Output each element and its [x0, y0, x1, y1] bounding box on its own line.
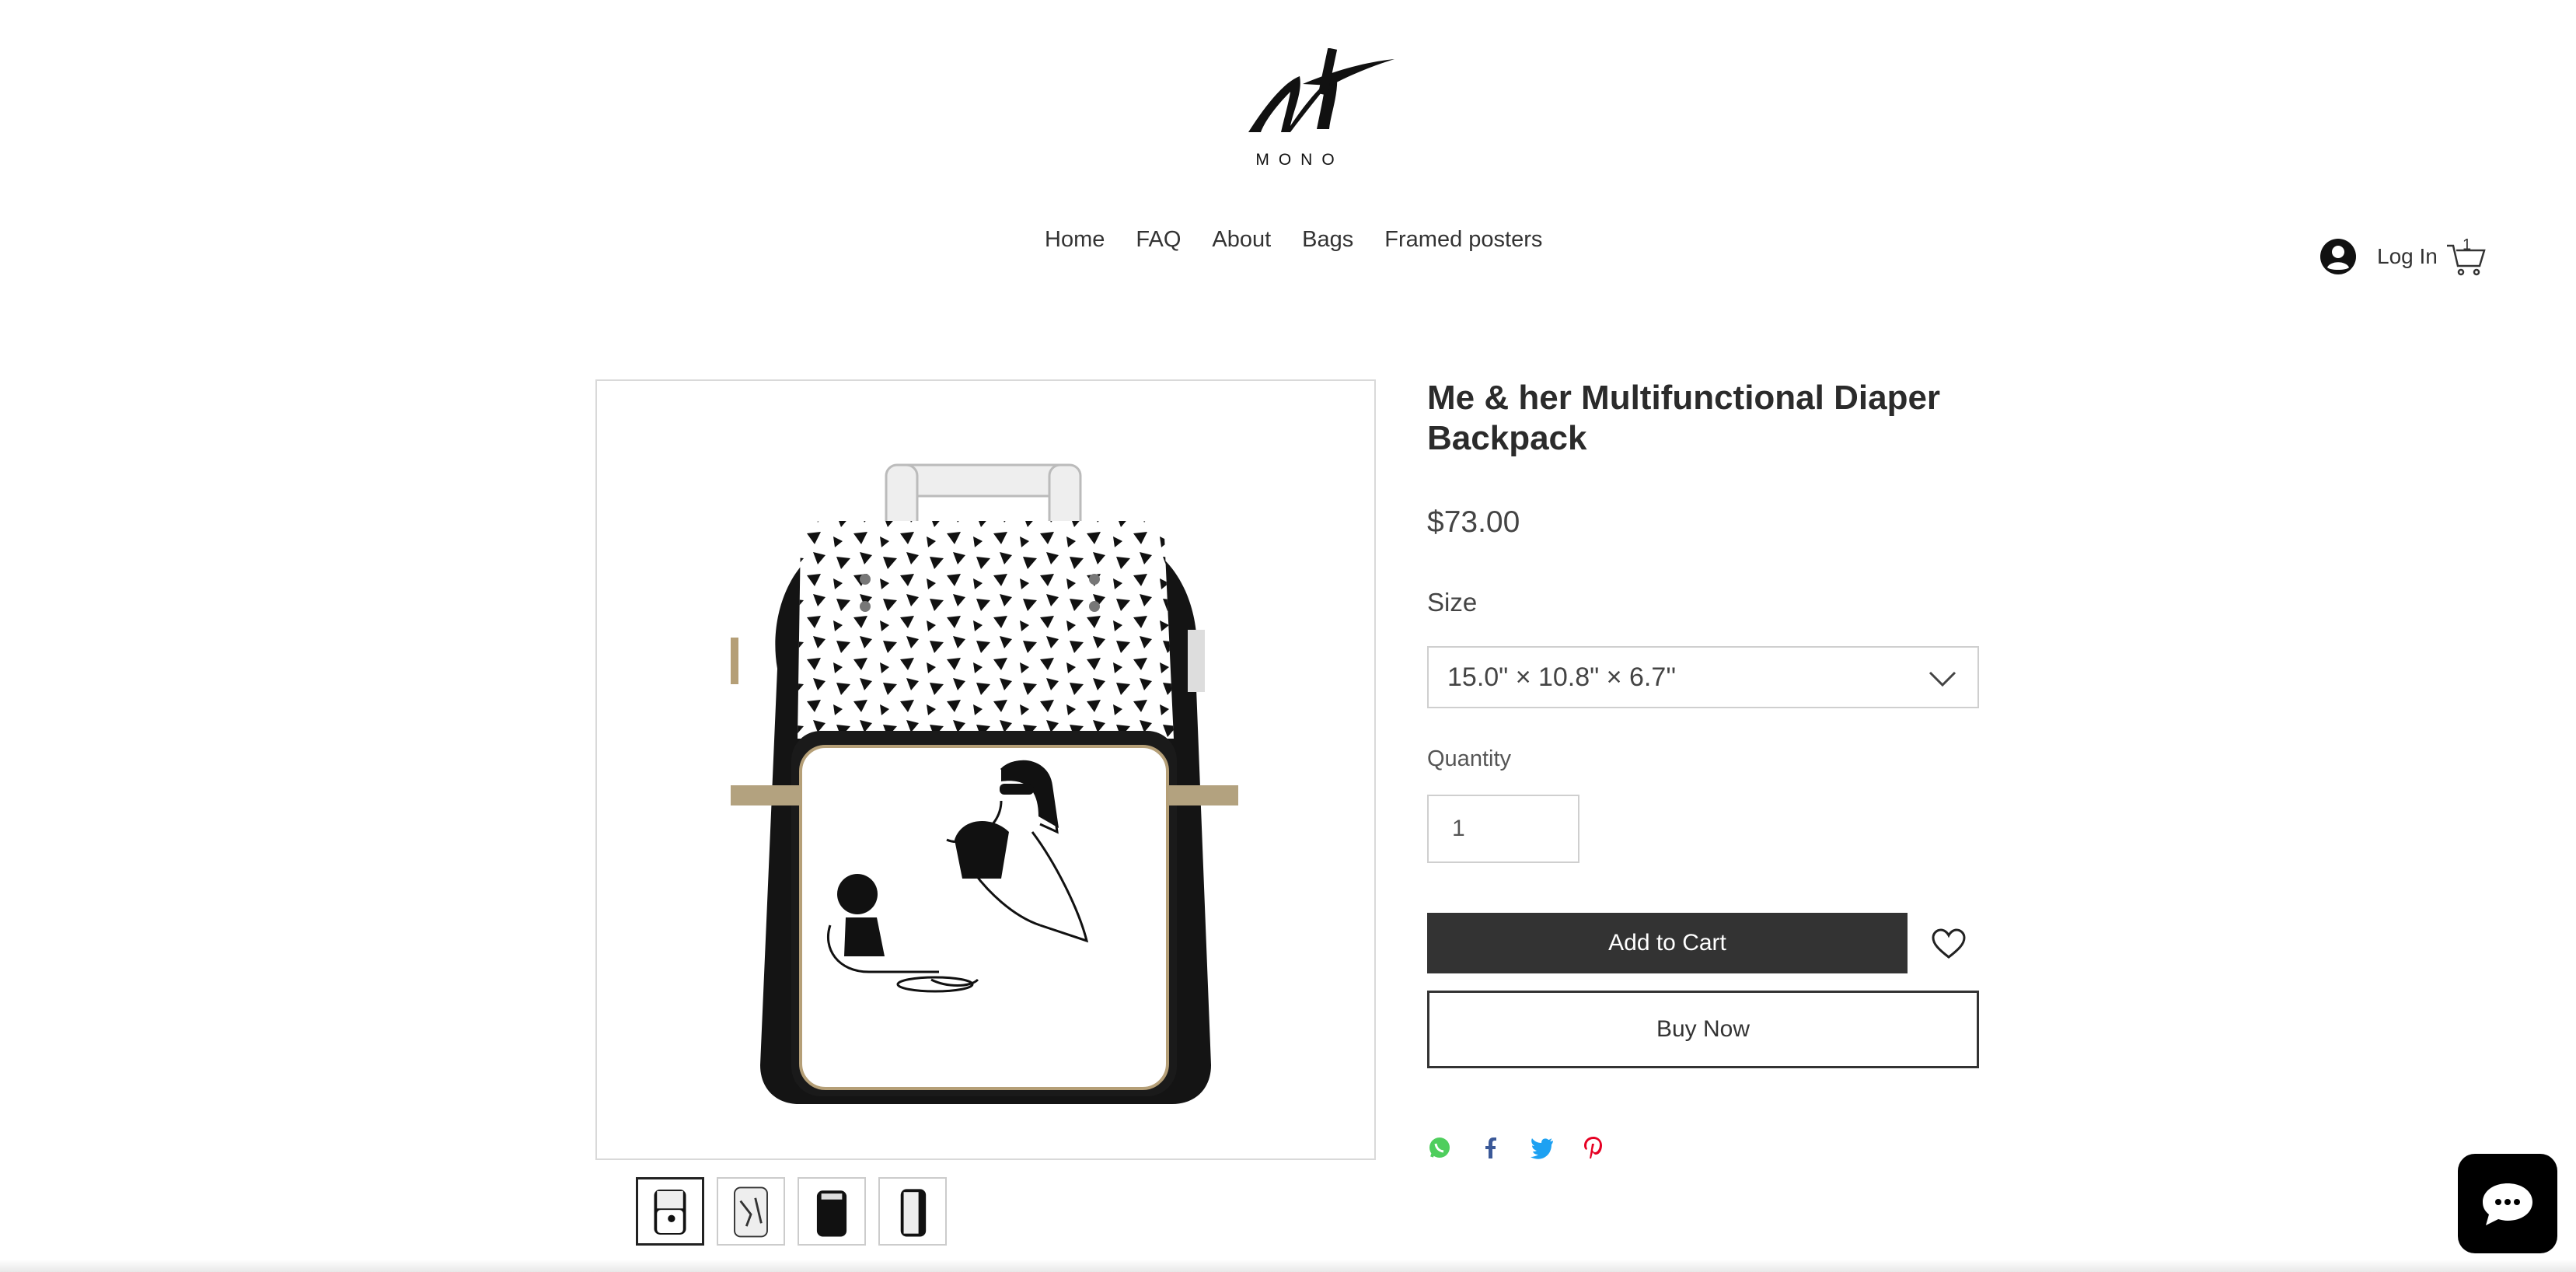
- heart-icon: [1932, 928, 1966, 959]
- add-to-cart-button[interactable]: Add to Cart: [1427, 913, 1908, 973]
- chat-button[interactable]: [2458, 1154, 2557, 1253]
- product-price: $73.00: [1427, 505, 1520, 539]
- wishlist-button[interactable]: [1931, 928, 1967, 959]
- logo-mark-icon: [1248, 48, 1394, 132]
- thumbnail-back-image: [816, 1190, 847, 1237]
- nav-bags[interactable]: Bags: [1302, 227, 1353, 253]
- thumbnail-4[interactable]: [878, 1177, 947, 1246]
- quantity-label: Quantity: [1427, 746, 1511, 771]
- footer-shadow: [0, 1260, 2576, 1272]
- thumbnail-front-image: [654, 1190, 686, 1235]
- nav-faq[interactable]: FAQ: [1136, 227, 1181, 253]
- whatsapp-icon[interactable]: [1427, 1135, 1452, 1160]
- product-main-image[interactable]: [595, 379, 1376, 1160]
- buy-now-button[interactable]: Buy Now: [1427, 991, 1979, 1068]
- login-button[interactable]: Log In: [2319, 238, 2438, 275]
- backpack-image: [731, 463, 1238, 1104]
- size-label: Size: [1427, 588, 1478, 617]
- nav-home[interactable]: Home: [1045, 227, 1105, 253]
- brand-logo[interactable]: MONO: [1233, 48, 1404, 173]
- facebook-icon[interactable]: [1478, 1135, 1503, 1160]
- brand-name: MONO: [1255, 151, 1344, 169]
- pinterest-icon[interactable]: [1581, 1135, 1606, 1160]
- chevron-down-icon: [1929, 671, 1956, 687]
- product-title: Me & her Multifunctional Diaper Backpack: [1427, 379, 1941, 457]
- cart-button[interactable]: 1: [2445, 236, 2486, 277]
- login-label: Log In: [2377, 244, 2438, 268]
- thumbnail-strip: [636, 1177, 947, 1246]
- size-selected-value: 15.0" × 10.8" × 6.7'': [1447, 662, 1677, 692]
- chat-bubble-icon: [2483, 1183, 2532, 1225]
- user-avatar-icon: [2320, 239, 2356, 274]
- thumbnail-3[interactable]: [798, 1177, 866, 1246]
- twitter-icon[interactable]: [1530, 1135, 1555, 1160]
- share-bar: [1427, 1135, 1606, 1160]
- quantity-input[interactable]: [1427, 795, 1579, 863]
- thumbnail-angle-image: [734, 1186, 768, 1238]
- thumbnail-side-image: [900, 1189, 927, 1237]
- nav-framed-posters[interactable]: Framed posters: [1384, 227, 1542, 253]
- nav-about[interactable]: About: [1212, 227, 1271, 253]
- size-dropdown[interactable]: 15.0" × 10.8" × 6.7'': [1427, 646, 1979, 708]
- cart-count: 1: [2463, 236, 2472, 253]
- thumbnail-2[interactable]: [717, 1177, 785, 1246]
- main-navigation: Home FAQ About Bags Framed posters: [1045, 222, 1542, 257]
- thumbnail-1[interactable]: [636, 1177, 704, 1246]
